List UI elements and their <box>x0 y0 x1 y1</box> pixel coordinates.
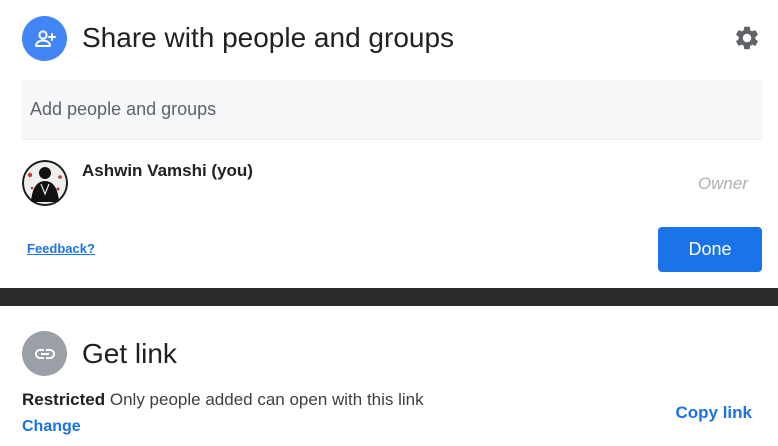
gear-icon[interactable] <box>732 23 762 53</box>
get-link-card: Get link Restricted Only people added ca… <box>0 306 778 446</box>
restriction-label: Restricted <box>22 390 106 409</box>
person-name: Ashwin Vamshi (you) <box>82 161 253 180</box>
restriction-description: Only people added can open with this lin… <box>109 390 424 409</box>
change-access-link[interactable]: Change <box>22 418 81 436</box>
person-role: Owner <box>697 174 748 193</box>
share-card: Share with people and groups Ashwin Vams… <box>0 0 778 288</box>
restriction-line: Restricted Only people added can open wi… <box>22 390 424 410</box>
get-link-title: Get link <box>82 338 177 369</box>
copy-link-button[interactable]: Copy link <box>675 403 752 423</box>
link-icon <box>22 331 67 376</box>
feedback-link[interactable]: Feedback? <box>27 241 95 256</box>
done-button[interactable]: Done <box>658 227 762 272</box>
person-add-icon <box>22 16 67 61</box>
avatar <box>22 160 68 206</box>
add-people-input[interactable] <box>22 80 762 140</box>
share-dialog-title: Share with people and groups <box>82 22 455 53</box>
